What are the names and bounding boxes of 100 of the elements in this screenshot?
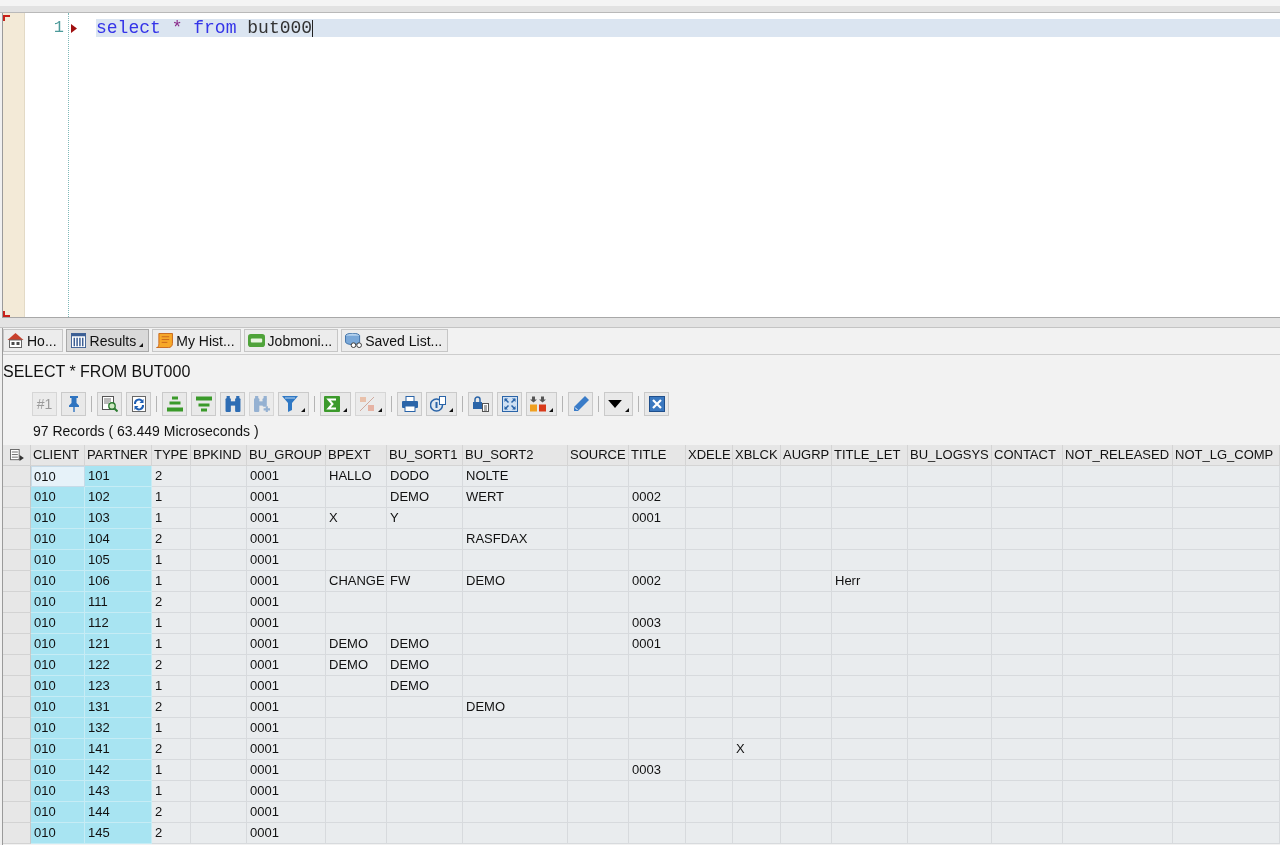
- column-header[interactable]: NOT_RELEASED: [1063, 445, 1173, 466]
- table-cell: 010: [31, 739, 85, 760]
- search-button[interactable]: [97, 392, 122, 416]
- table-cell: 121: [85, 634, 152, 655]
- row-selector[interactable]: [3, 508, 31, 529]
- row-selector[interactable]: [3, 529, 31, 550]
- table-cell: 2: [152, 739, 191, 760]
- refresh-button[interactable]: [126, 392, 151, 416]
- table-cell: 0002: [629, 487, 686, 508]
- table-cell: CHANGE: [326, 571, 387, 592]
- table-cell: 104: [85, 529, 152, 550]
- table-cell: 0001: [247, 718, 326, 739]
- tab[interactable]: Saved List...: [341, 329, 449, 352]
- table-cell: 101: [85, 466, 152, 487]
- column-header[interactable]: CLIENT: [31, 445, 85, 466]
- sort-descending-button[interactable]: [191, 392, 216, 416]
- sort-descending-icon: [195, 396, 212, 412]
- row-selector[interactable]: [3, 613, 31, 634]
- row-selector[interactable]: [3, 760, 31, 781]
- edit-button[interactable]: [568, 392, 593, 416]
- caret-icon: [301, 408, 305, 412]
- column-header[interactable]: BU_LOGSYS: [908, 445, 992, 466]
- table-cell: 0001: [247, 592, 326, 613]
- records-summary: 97 Records ( 63.449 Microseconds ): [33, 422, 259, 439]
- column-header[interactable]: XDELE: [686, 445, 733, 466]
- pin-button[interactable]: [61, 392, 86, 416]
- table-cell: 112: [85, 613, 152, 634]
- row-selector[interactable]: [3, 781, 31, 802]
- caret-icon: [343, 408, 347, 412]
- tab[interactable]: My Hist...: [152, 329, 241, 352]
- table-cell: 1: [152, 634, 191, 655]
- column-header[interactable]: BU_GROUP: [247, 445, 326, 466]
- table-cell: 1: [152, 781, 191, 802]
- sum-button[interactable]: [320, 392, 351, 416]
- tab[interactable]: Ho...: [3, 329, 63, 352]
- table-cell: 0001: [247, 739, 326, 760]
- table-cell: FW: [387, 571, 463, 592]
- columns-icon: [69, 333, 87, 348]
- menu-button[interactable]: [604, 392, 633, 416]
- row-selector[interactable]: [3, 676, 31, 697]
- row-selector[interactable]: [3, 466, 31, 487]
- column-header[interactable]: XBLCK: [733, 445, 781, 466]
- scroll-icon: [156, 333, 174, 348]
- table-cell: 0003: [629, 613, 686, 634]
- table-cell: HALLO: [326, 466, 387, 487]
- column-header[interactable]: PARTNER: [85, 445, 152, 466]
- column-header[interactable]: TITLE_LET: [832, 445, 908, 466]
- row-selector[interactable]: [3, 592, 31, 613]
- row-selector[interactable]: [3, 550, 31, 571]
- table-cell: 0001: [247, 613, 326, 634]
- table-cell: DEMO: [326, 634, 387, 655]
- row-selector[interactable]: [3, 487, 31, 508]
- table-cell: 132: [85, 718, 152, 739]
- row-selector[interactable]: [3, 823, 31, 844]
- column-header[interactable]: TYPE: [152, 445, 191, 466]
- table-arrow-icon: [9, 449, 24, 461]
- row-selector[interactable]: [3, 802, 31, 823]
- code-text: select * from but000: [96, 19, 313, 37]
- export-button[interactable]: [426, 392, 457, 416]
- layout-button[interactable]: [468, 392, 493, 416]
- column-header[interactable]: BU_SORT2: [463, 445, 568, 466]
- table-cell: 0001: [247, 466, 326, 487]
- fullscreen-button[interactable]: [497, 392, 522, 416]
- find-button[interactable]: [220, 392, 245, 416]
- fullscreen-icon: [501, 396, 518, 412]
- column-header[interactable]: TITLE: [629, 445, 686, 466]
- column-header[interactable]: BPKIND: [191, 445, 247, 466]
- row-selector[interactable]: [3, 697, 31, 718]
- table-cell: 123: [85, 676, 152, 697]
- color-blocks-button[interactable]: [526, 392, 557, 416]
- triangle-down-icon: [608, 400, 622, 408]
- column-header[interactable]: AUGRP: [781, 445, 832, 466]
- filter-button[interactable]: [278, 392, 309, 416]
- column-header[interactable]: NOT_LG_COMP: [1173, 445, 1280, 466]
- table-cell: DEMO: [463, 571, 568, 592]
- table-cell: 1: [152, 676, 191, 697]
- row-selector[interactable]: [3, 571, 31, 592]
- tab[interactable]: Results: [65, 329, 150, 352]
- column-header[interactable]: CONTACT: [992, 445, 1063, 466]
- row-selector[interactable]: [3, 655, 31, 676]
- table-cell: 1: [152, 571, 191, 592]
- column-header[interactable]: BPEXT: [326, 445, 387, 466]
- column-header[interactable]: BU_SORT1: [387, 445, 463, 466]
- tab[interactable]: Jobmoni...: [243, 329, 339, 352]
- table-cell: 142: [85, 760, 152, 781]
- row-selector[interactable]: [3, 634, 31, 655]
- table-cell: 010: [31, 781, 85, 802]
- table-cell: 010: [31, 466, 85, 487]
- sort-ascending-button[interactable]: [162, 392, 187, 416]
- row-selector[interactable]: [3, 718, 31, 739]
- pencil-icon: [572, 396, 589, 412]
- table-cell: 105: [85, 550, 152, 571]
- splitter-bar[interactable]: [0, 318, 1280, 328]
- table-cell: NOLTE: [463, 466, 568, 487]
- column-header[interactable]: SOURCE: [568, 445, 629, 466]
- row-selector[interactable]: [3, 739, 31, 760]
- caret-icon: [625, 408, 629, 412]
- print-button[interactable]: [397, 392, 422, 416]
- close-button[interactable]: [644, 392, 669, 416]
- table-cell: 2: [152, 655, 191, 676]
